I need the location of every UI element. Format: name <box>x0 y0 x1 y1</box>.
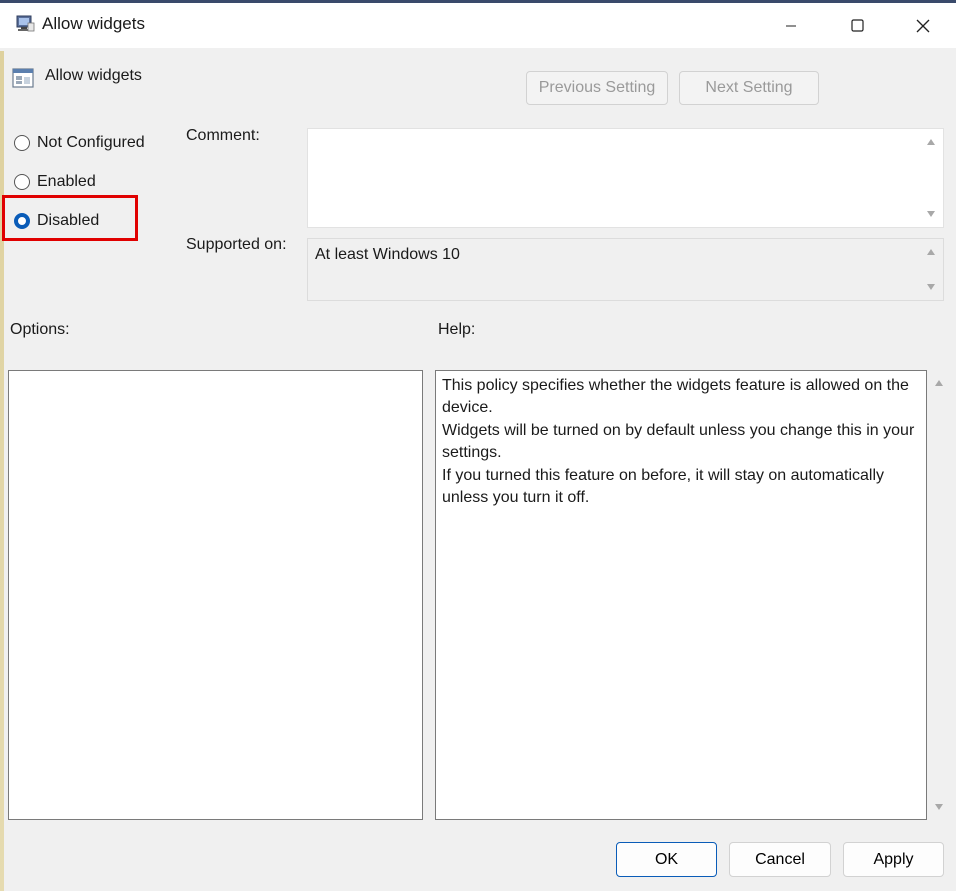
scroll-up-icon[interactable] <box>935 380 943 386</box>
help-text-line: This policy specifies whether the widget… <box>442 377 909 417</box>
supported-scrollbar[interactable] <box>919 239 943 300</box>
help-text-line: If you turned this feature on before, it… <box>442 466 885 507</box>
scroll-up-icon[interactable] <box>927 139 935 145</box>
radio-button-unchecked[interactable] <box>14 174 30 190</box>
ok-button[interactable]: OK <box>616 842 717 877</box>
supported-on-value: At least Windows 10 <box>315 246 460 263</box>
supported-on-label: Supported on: <box>186 236 287 253</box>
radio-label-enabled: Enabled <box>37 173 96 190</box>
scroll-up-icon[interactable] <box>927 249 935 255</box>
help-panel: This policy specifies whether the widget… <box>435 370 927 820</box>
maximize-icon <box>850 19 864 32</box>
supported-on-field: At least Windows 10 <box>307 238 944 301</box>
previous-setting-button[interactable]: Previous Setting <box>526 71 668 105</box>
help-label: Help: <box>438 321 476 338</box>
comment-scrollbar[interactable] <box>919 129 943 227</box>
scroll-down-icon[interactable] <box>927 284 935 290</box>
radio-button-unchecked[interactable] <box>14 135 30 151</box>
policy-setting-icon <box>12 68 34 88</box>
options-label: Options: <box>10 321 70 338</box>
help-scrollbar[interactable] <box>929 370 949 820</box>
comment-textarea[interactable] <box>307 128 944 228</box>
scroll-down-icon[interactable] <box>935 804 943 810</box>
window-title: Allow widgets <box>42 14 145 33</box>
minimize-icon <box>786 25 796 26</box>
cancel-button[interactable]: Cancel <box>729 842 831 877</box>
highlight-box <box>2 195 138 241</box>
minimize-button[interactable] <box>768 3 814 48</box>
radio-enabled[interactable]: Enabled <box>14 173 96 191</box>
close-icon <box>916 19 930 32</box>
background-window-edge <box>0 51 4 891</box>
radio-not-configured[interactable]: Not Configured <box>14 134 145 152</box>
close-button[interactable] <box>900 3 946 48</box>
policy-editor-icon <box>16 15 35 32</box>
options-panel <box>8 370 423 820</box>
help-text-line: Widgets will be turned on by default unl… <box>442 421 915 462</box>
title-bar: Allow widgets <box>0 3 956 48</box>
comment-label: Comment: <box>186 127 260 144</box>
allow-widgets-dialog: Allow widgets Allow widgets Previous Set… <box>0 0 956 891</box>
scroll-down-icon[interactable] <box>927 211 935 217</box>
apply-button[interactable]: Apply <box>843 842 944 877</box>
maximize-button[interactable] <box>834 3 880 48</box>
next-setting-button[interactable]: Next Setting <box>679 71 819 105</box>
policy-name: Allow widgets <box>45 67 142 84</box>
radio-label-not-configured: Not Configured <box>37 134 145 151</box>
